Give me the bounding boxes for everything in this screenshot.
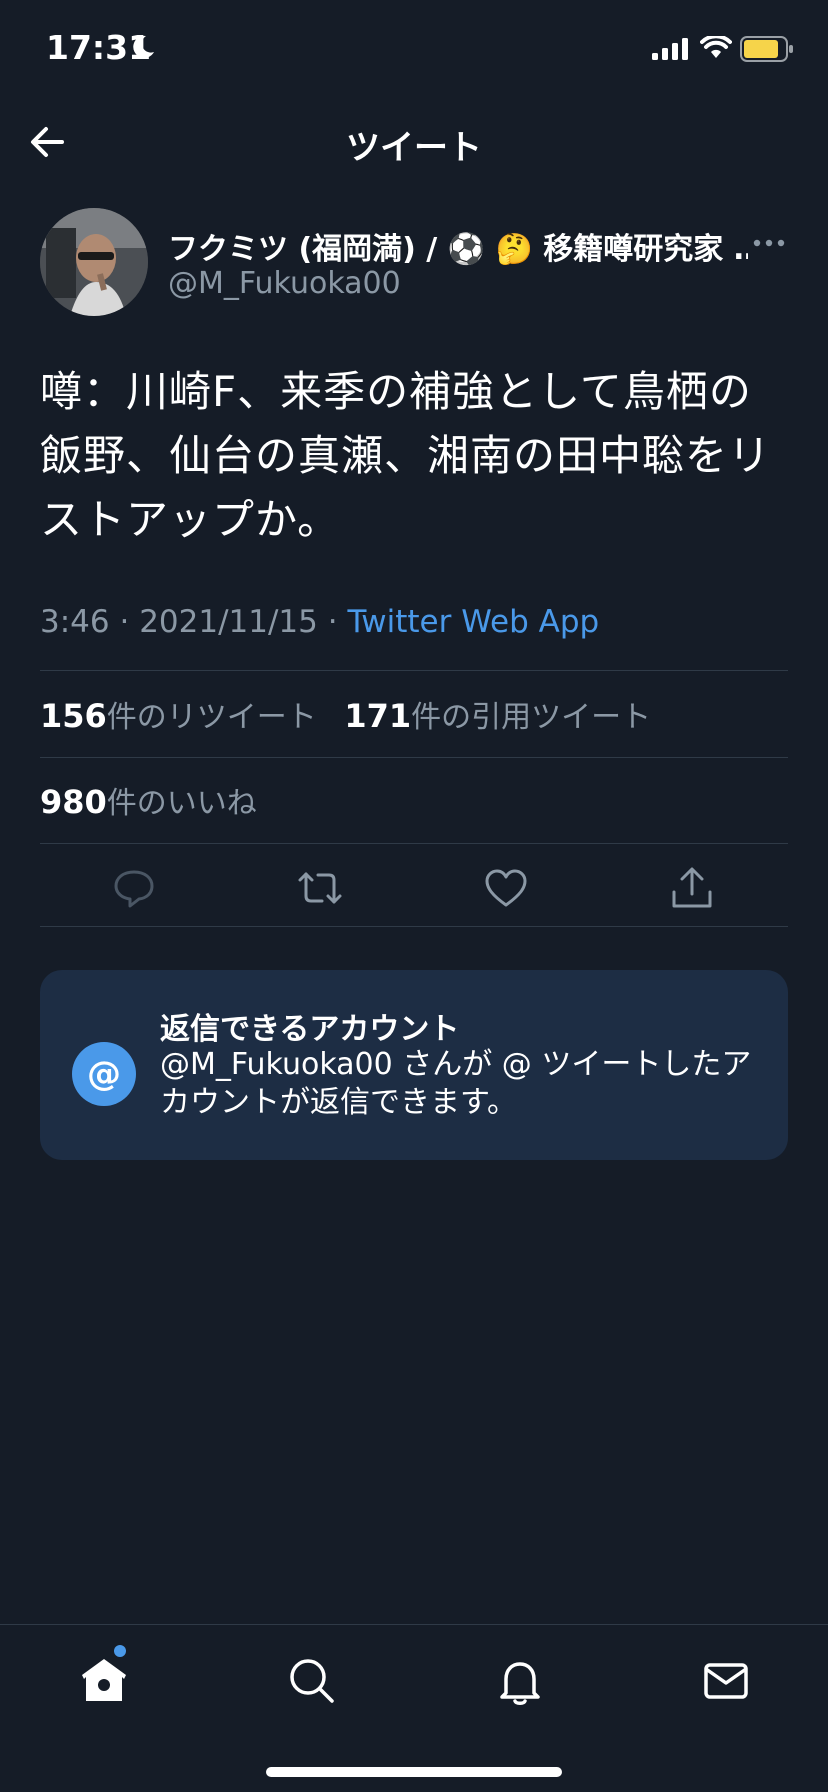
- divider: [40, 670, 788, 671]
- reply-icon: [114, 870, 154, 908]
- like-button[interactable]: [482, 864, 530, 912]
- tweet-date: 2021/11/15: [139, 604, 318, 640]
- share-icon: [672, 867, 712, 908]
- author-handle[interactable]: @M_Fukuoka00: [168, 266, 401, 301]
- home-notification-dot: [114, 1645, 126, 1657]
- stats-row-retweets: 156件のリツイート 171件の引用ツイート: [40, 692, 669, 736]
- retweets-count: 156: [40, 697, 107, 735]
- wifi-icon: [700, 36, 732, 58]
- meta-separator: ·: [119, 604, 130, 640]
- heart-icon: [485, 869, 527, 907]
- at-icon: @: [72, 1042, 136, 1106]
- tab-bar: [0, 1624, 828, 1792]
- page-title: ツイート: [346, 128, 482, 168]
- retweet-icon: [298, 872, 342, 904]
- meta-separator: ·: [327, 604, 338, 640]
- bell-icon: [500, 1662, 540, 1705]
- quotes-stat[interactable]: 171件の引用ツイート: [344, 697, 669, 735]
- status-bar: 17:31: [0, 0, 828, 100]
- search-icon: [290, 1659, 334, 1703]
- tweet-time: 3:46: [40, 604, 110, 640]
- reply-restriction-card: @ 返信できるアカウント @M_Fukuoka00 さんが @ ツイートしたアカ…: [40, 970, 788, 1160]
- reply-button[interactable]: [110, 864, 158, 912]
- likes-label: 件のいいね: [106, 786, 257, 821]
- quotes-count: 171: [344, 697, 412, 735]
- divider: [40, 757, 788, 758]
- tab-search[interactable]: [286, 1655, 338, 1707]
- divider: [40, 926, 788, 927]
- likes-count: 980: [40, 783, 107, 821]
- more-options-button[interactable]: [752, 236, 786, 250]
- stats-row-likes: 980件のいいね: [40, 778, 275, 822]
- avatar[interactable]: [40, 208, 148, 316]
- moon-icon: [133, 35, 154, 58]
- tweet-text: 噂：川崎F、来季の補強として鳥栖の飯野、仙台の真瀬、湘南の田中聡をリストアップか…: [40, 367, 772, 544]
- tab-messages[interactable]: [700, 1655, 752, 1707]
- tweet-meta: 3:46 · 2021/11/15 · Twitter Web App: [40, 604, 599, 640]
- signal-icon: [652, 38, 688, 60]
- likes-stat[interactable]: 980件のいいね: [40, 783, 275, 821]
- retweets-label: 件のリツイート: [106, 700, 317, 735]
- share-button[interactable]: [668, 864, 716, 912]
- home-indicator[interactable]: [266, 1767, 562, 1777]
- retweets-stat[interactable]: 156件のリツイート: [40, 697, 344, 735]
- mail-icon: [704, 1663, 748, 1699]
- tab-home[interactable]: [78, 1655, 130, 1707]
- avatar-image: [40, 208, 148, 316]
- nav-header: ツイート: [0, 100, 828, 180]
- home-icon: [82, 1659, 126, 1701]
- retweet-button[interactable]: [296, 864, 344, 912]
- more-icon: [753, 239, 785, 247]
- tweet-source-link[interactable]: Twitter Web App: [347, 604, 599, 640]
- reply-card-title: 返信できるアカウント: [160, 1012, 460, 1047]
- divider: [40, 843, 788, 844]
- reply-card-description: @M_Fukuoka00 さんが @ ツイートしたアカウントが返信できます。: [160, 1047, 752, 1120]
- battery-icon: [740, 36, 793, 62]
- tab-notifications[interactable]: [494, 1655, 546, 1707]
- quotes-label: 件の引用ツイート: [411, 700, 652, 735]
- author-name[interactable]: フクミツ (福岡満) / ⚽ 🤔 移籍噂研究家 …: [168, 224, 748, 268]
